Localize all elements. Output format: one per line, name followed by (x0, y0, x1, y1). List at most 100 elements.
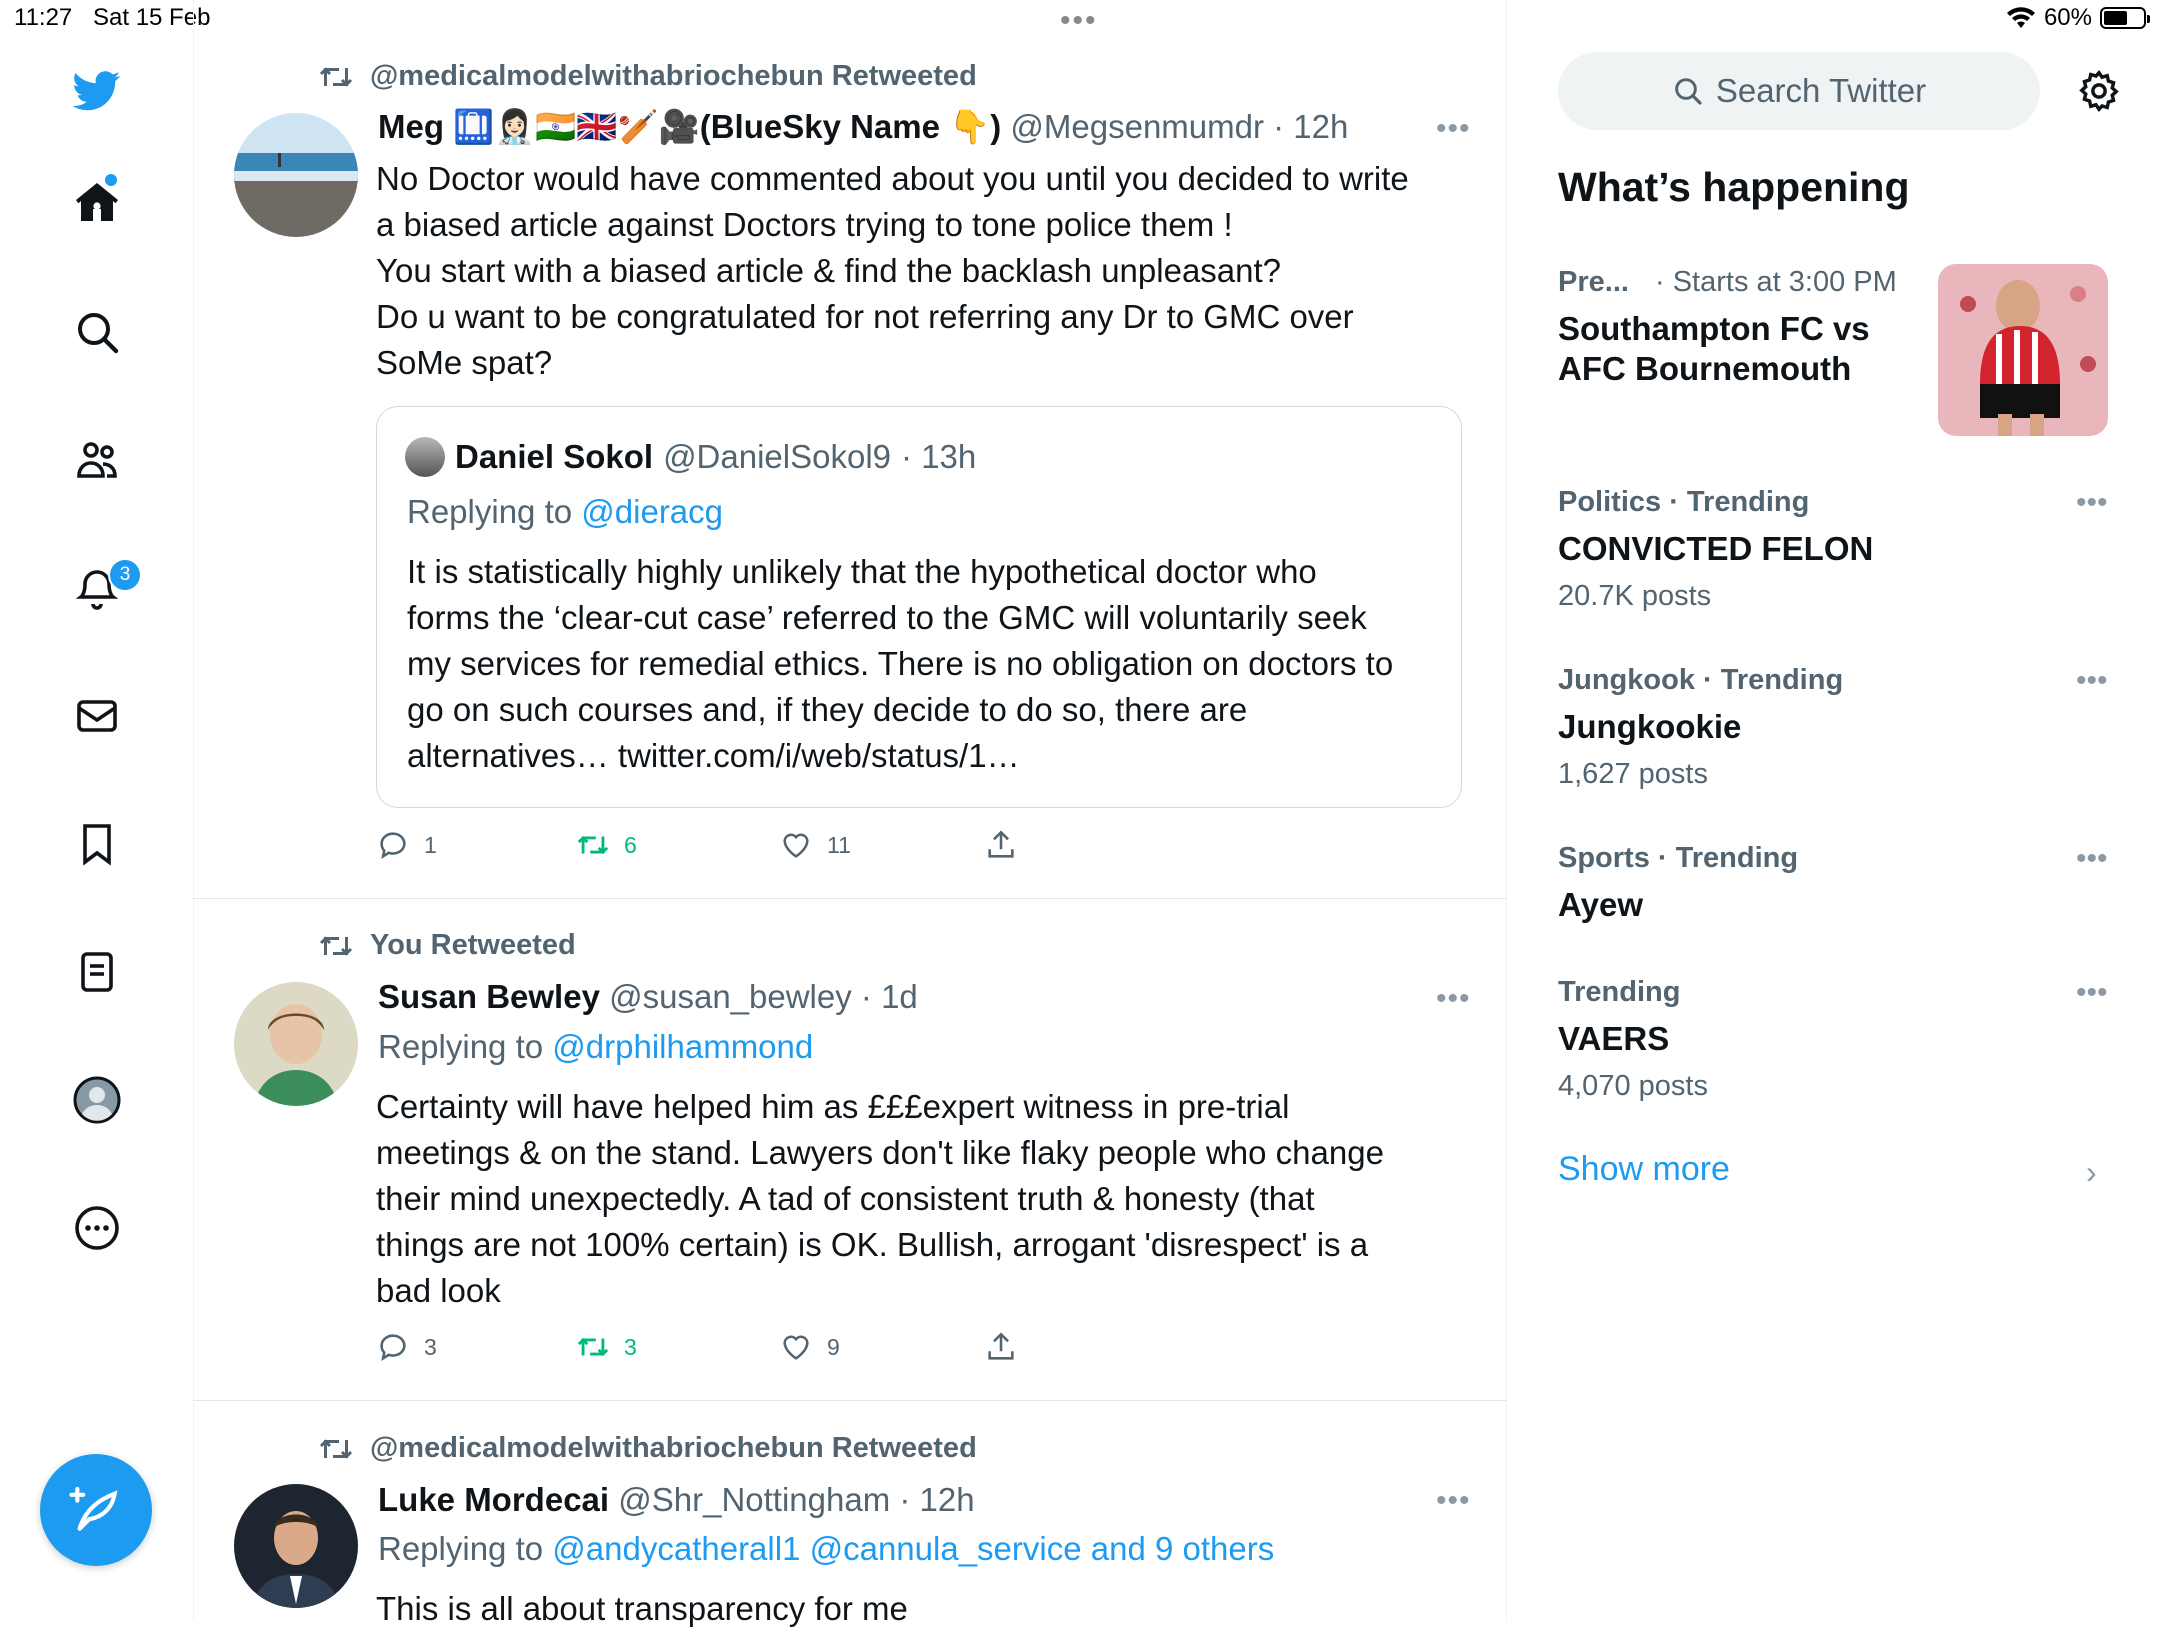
tweet-body-line: This is all about transparency for me (376, 1590, 908, 1627)
user-handle[interactable]: @Megsenmumdr (1010, 108, 1264, 145)
display-name[interactable]: Susan Bewley (378, 978, 600, 1015)
like-button[interactable]: 11 (779, 828, 984, 862)
tweet-more-icon[interactable]: ••• (1436, 982, 1471, 1016)
search-icon[interactable] (62, 297, 132, 367)
quoted-handle: @DanielSokol9 (663, 438, 892, 475)
tweet-body-line: things are not 100% certain) is OK. Bull… (376, 1226, 1369, 1263)
messages-envelope-icon[interactable] (62, 681, 132, 751)
home-icon[interactable] (62, 168, 132, 238)
sidebar-divider (1506, 0, 1507, 1620)
trend-more-icon[interactable]: ••• (2076, 842, 2108, 876)
event-meta: Pre... · Starts at 3:00 PM (1558, 266, 1897, 299)
search-input[interactable]: Search Twitter (1558, 52, 2040, 130)
retweet-context: @medicalmodelwithabriochebun Retweeted (318, 1432, 977, 1465)
quoted-replying-to: Replying to @dieracg (407, 493, 723, 531)
share-button[interactable] (984, 1330, 1018, 1364)
compose-tweet-button[interactable] (40, 1454, 152, 1566)
share-icon (988, 830, 1014, 858)
search-icon (1675, 78, 1702, 105)
whats-happening-title: What’s happening (1558, 164, 1910, 210)
retweet-icon (319, 935, 353, 956)
quoted-tweet-body: It is statistically highly unlikely that… (407, 549, 1447, 779)
avatar[interactable] (234, 982, 358, 1106)
tweet-divider (193, 898, 1506, 899)
trend-name[interactable]: CONVICTED FELON (1558, 530, 1873, 568)
user-handle[interactable]: @susan_bewley (609, 978, 852, 1015)
nav-divider (193, 0, 194, 1620)
chevron-right-icon[interactable]: › (2086, 1154, 2097, 1191)
event-title-line[interactable]: Southampton FC vs (1558, 310, 1870, 348)
trend-posts: 1,627 posts (1558, 758, 1708, 790)
battery-percent: 60% (2043, 4, 2092, 31)
trend-name[interactable]: Ayew (1558, 886, 1643, 924)
display-name[interactable]: Luke Mordecai (378, 1481, 609, 1518)
trend-more-icon[interactable]: ••• (2076, 976, 2108, 1010)
event-title-line[interactable]: AFC Bournemouth (1558, 350, 1851, 388)
reply-count: 1 (424, 831, 437, 858)
share-button[interactable] (984, 828, 1018, 862)
replying-to-link[interactable]: @andycatherall1 @cannula_service and 9 o… (552, 1530, 1274, 1567)
tweet-body-line: SoMe spat? (376, 344, 553, 381)
user-handle[interactable]: @Shr_Nottingham (618, 1481, 890, 1518)
retweet-context-label: @medicalmodelwithabriochebun Retweeted (370, 1432, 977, 1464)
bookmarks-icon[interactable] (62, 809, 132, 879)
tweet-time[interactable]: · 12h (1273, 108, 1348, 145)
event-image[interactable] (1938, 264, 2108, 436)
tweet-time[interactable]: · 12h (899, 1481, 974, 1518)
tweet-time[interactable]: · 1d (861, 978, 918, 1015)
quoted-tweet-header: Daniel Sokol @DanielSokol9 · 13h (405, 437, 976, 477)
tweet-body: No Doctor would have commented about you… (376, 156, 1456, 386)
tweet-more-icon[interactable]: ••• (1436, 1484, 1471, 1518)
like-button[interactable]: 9 (779, 1330, 984, 1364)
trend-more-icon[interactable]: ••• (2076, 486, 2108, 520)
lists-icon[interactable] (62, 937, 132, 1007)
event-category: Pre... (1558, 266, 1629, 298)
trend-meta: Jungkook · Trending (1558, 664, 1844, 696)
tweet-header: Susan Bewley @susan_bewley · 1d (378, 978, 918, 1016)
replying-prefix: Replying to (407, 493, 573, 530)
display-name[interactable]: Meg 🛄👩🏻‍⚕️🇮🇳🇬🇧🏏🎥(BlueSky Name 👇) (378, 108, 1001, 145)
trend-meta: Trending (1558, 976, 1681, 1008)
trend-meta: Politics · Trending (1558, 486, 1810, 518)
retweet-button[interactable]: 3 (576, 1330, 779, 1364)
tweet-body-line: their mind unexpectedly. A tad of consis… (376, 1180, 1315, 1217)
replying-to: Replying to @andycatherall1 @cannula_ser… (378, 1530, 1274, 1568)
quoted-tweet[interactable]: Daniel Sokol @DanielSokol9 · 13h Replyin… (376, 406, 1462, 808)
heart-icon (783, 1335, 809, 1360)
tweet-more-icon[interactable]: ••• (1436, 112, 1471, 146)
show-more-link[interactable]: Show more (1558, 1150, 1730, 1189)
like-count: 9 (827, 1333, 840, 1360)
compose-feather-icon (69, 1486, 118, 1531)
tweet-divider (193, 1400, 1506, 1401)
more-options-icon[interactable] (62, 1193, 132, 1263)
retweet-context: @medicalmodelwithabriochebun Retweeted (318, 60, 977, 93)
trend-name[interactable]: Jungkookie (1558, 708, 1741, 746)
reply-button[interactable]: 1 (376, 828, 576, 862)
replying-prefix: Replying to (378, 1530, 544, 1567)
trend-name[interactable]: VAERS (1558, 1020, 1669, 1058)
retweet-count: 6 (624, 831, 637, 858)
replying-to-link[interactable]: @drphilhammond (552, 1028, 813, 1065)
replying-prefix: Replying to (378, 1028, 544, 1065)
communities-icon[interactable] (62, 425, 132, 495)
tweet-body-line: No Doctor would have commented about you… (376, 160, 1409, 197)
profile-avatar-icon[interactable] (62, 1065, 132, 1135)
quoted-time: · 13h (901, 438, 977, 475)
retweet-count: 3 (624, 1333, 637, 1360)
reply-count: 3 (424, 1333, 437, 1360)
twitter-logo-icon[interactable] (62, 55, 132, 125)
retweet-button[interactable]: 6 (576, 828, 779, 862)
trend-more-icon[interactable]: ••• (2076, 664, 2108, 698)
avatar[interactable] (234, 1484, 358, 1608)
multitasking-dots[interactable]: ••• (1060, 4, 1098, 38)
avatar[interactable] (234, 113, 358, 237)
reply-button[interactable]: 3 (376, 1330, 576, 1364)
like-count: 11 (827, 831, 851, 858)
retweet-icon (319, 1438, 353, 1459)
tweet-body-line: You start with a biased article & find t… (376, 252, 1282, 289)
settings-gear-icon[interactable] (2076, 68, 2122, 114)
event-time: · Starts at 3:00 PM (1655, 266, 1897, 298)
tweet-body: This is all about transparency for me (376, 1586, 1456, 1632)
tweet-body: Certainty will have helped him as £££exp… (376, 1084, 1456, 1314)
replying-to-link[interactable]: @dieracg (581, 493, 723, 530)
